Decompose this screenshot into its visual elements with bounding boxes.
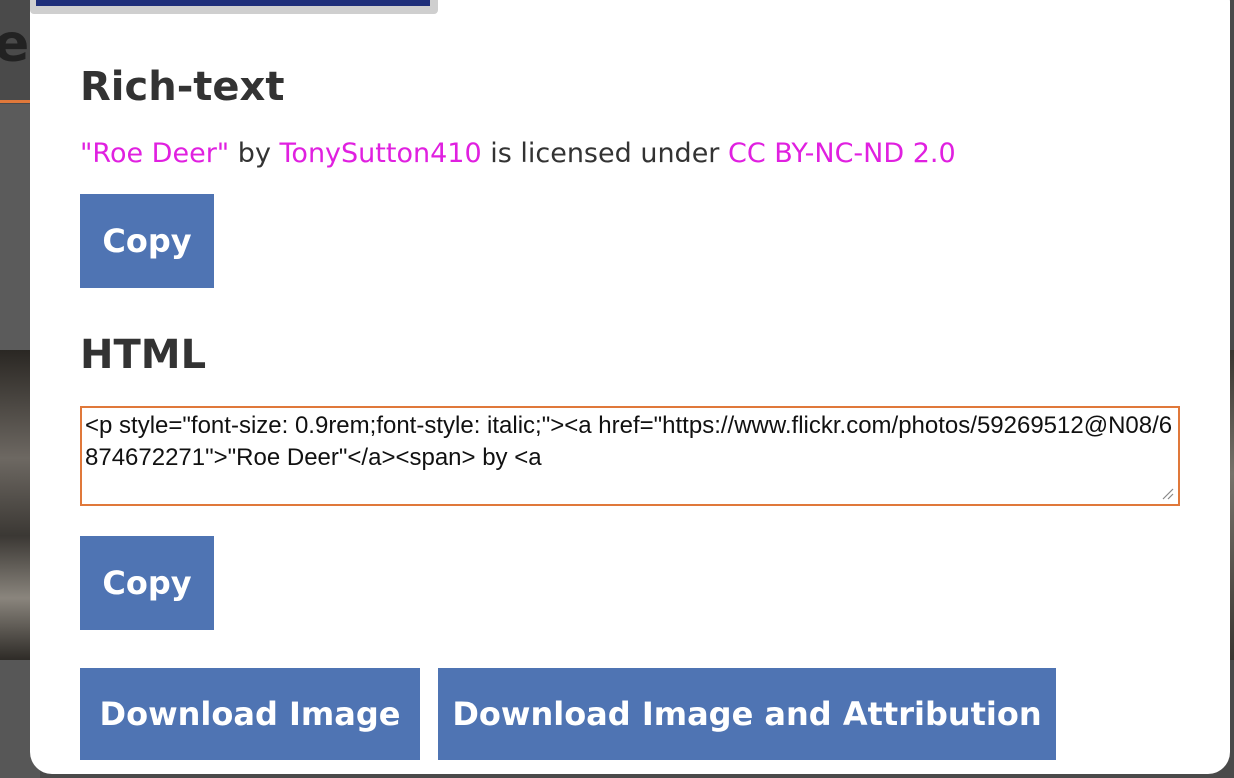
copy-rich-text-button[interactable]: Copy <box>80 194 214 288</box>
download-image-attribution-button[interactable]: Download Image and Attribution <box>438 668 1056 760</box>
attribution-modal: Rich-text "Roe Deer" by TonySutton410 is… <box>30 0 1230 774</box>
by-text: by <box>229 138 280 169</box>
rich-text-heading: Rich-text <box>80 64 285 110</box>
background-tab-highlight <box>36 0 430 6</box>
copy-html-button[interactable]: Copy <box>80 536 214 630</box>
rich-text-attribution: "Roe Deer" by TonySutton410 is licensed … <box>80 138 956 169</box>
html-code-text: <p style="font-size: 0.9rem;font-style: … <box>85 412 1173 471</box>
html-code-textarea[interactable]: <p style="font-size: 0.9rem;font-style: … <box>80 406 1180 506</box>
image-title-link[interactable]: "Roe Deer" <box>80 138 229 169</box>
license-link[interactable]: CC BY-NC-ND 2.0 <box>728 138 956 169</box>
html-heading: HTML <box>80 332 207 378</box>
resize-grip-icon[interactable] <box>1162 488 1174 500</box>
author-link[interactable]: TonySutton410 <box>280 138 482 169</box>
download-image-button[interactable]: Download Image <box>80 668 420 760</box>
licensed-text: is licensed under <box>481 138 728 169</box>
